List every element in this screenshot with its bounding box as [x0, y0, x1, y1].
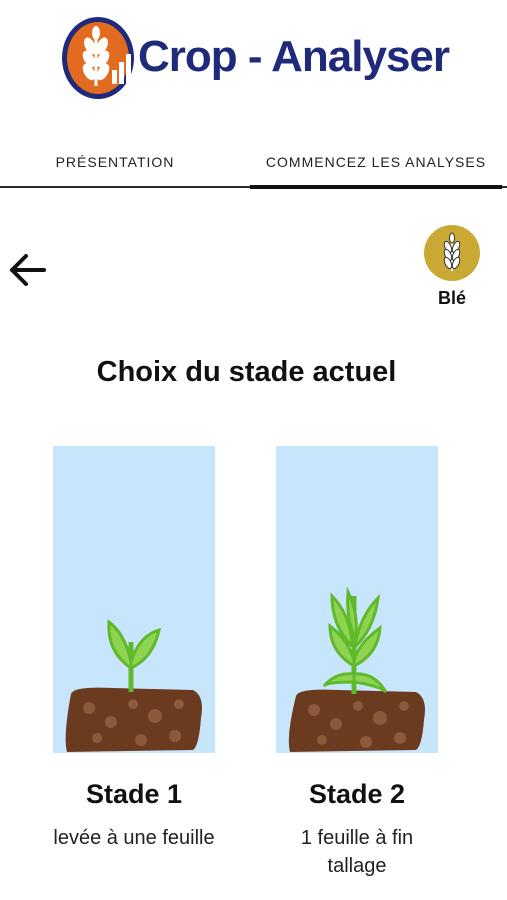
- crop-badge[interactable]: [424, 225, 480, 281]
- wheat-icon: [443, 232, 461, 271]
- stage-2-image[interactable]: [276, 446, 438, 753]
- active-tab-indicator: [250, 185, 502, 189]
- seedling-illustration: [65, 619, 203, 752]
- app-logo: Crop - Analyser: [60, 12, 450, 102]
- stage-1-image[interactable]: [53, 446, 215, 753]
- app-title: Crop - Analyser: [138, 32, 450, 81]
- tab-commencez-analyses[interactable]: COMMENCEZ LES ANALYSES: [250, 140, 502, 186]
- page-title: Choix du stade actuel: [96, 356, 397, 388]
- stage-1-name: Stade 1: [85, 779, 183, 809]
- stage-card-2[interactable]: Stade 2 1 feuille à fin tallage: [276, 446, 438, 880]
- crop-label: Blé: [437, 288, 466, 308]
- stage-card-1[interactable]: Stade 1 levée à une feuille: [53, 446, 215, 852]
- stage-2-description: 1 feuille à fin tallage: [300, 827, 414, 877]
- tillering-plant-illustration: [288, 586, 425, 752]
- back-arrow-icon[interactable]: [4, 246, 52, 294]
- app-header: Crop - Analyser: [0, 0, 507, 120]
- tab-bar: PRÉSENTATION COMMENCEZ LES ANALYSES: [0, 140, 507, 189]
- stage-1-description: levée à une feuille: [53, 827, 215, 849]
- tab-presentation[interactable]: PRÉSENTATION: [0, 140, 230, 186]
- stage-2-name: Stade 2: [308, 779, 406, 809]
- wheat-logo-icon: [62, 17, 134, 99]
